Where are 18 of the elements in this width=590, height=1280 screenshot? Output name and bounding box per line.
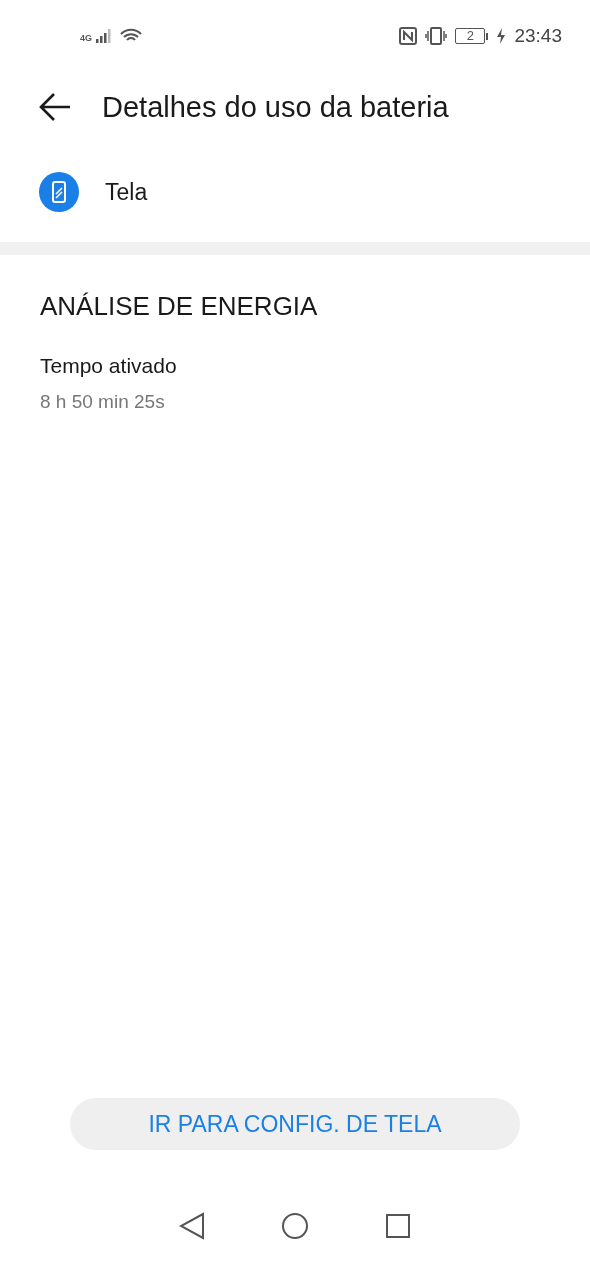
- item-label: Tempo ativado: [40, 353, 178, 380]
- nfc-icon: [399, 27, 418, 45]
- back-icon[interactable]: [38, 92, 72, 122]
- vibrate-icon: [425, 27, 448, 45]
- charging-icon: [496, 28, 507, 44]
- phone-icon: [39, 172, 79, 212]
- network-type: 4G: [80, 34, 92, 43]
- recents-icon[interactable]: [385, 1213, 411, 1239]
- clock: 23:43: [514, 23, 562, 48]
- item-value: 8 h 50 min 25s: [40, 389, 166, 414]
- settings-button[interactable]: IR PARA CONFIG. DE TELA: [70, 1098, 520, 1150]
- battery-icon: 2: [455, 28, 489, 44]
- section-title: ANÁLISE DE ENERGIA: [40, 291, 319, 323]
- app-name: Tela: [105, 177, 148, 207]
- home-icon[interactable]: [281, 1212, 309, 1240]
- back-nav-icon[interactable]: [179, 1212, 205, 1240]
- page-title: Detalhes do uso da bateria: [102, 89, 449, 125]
- signal-icon: [96, 29, 112, 43]
